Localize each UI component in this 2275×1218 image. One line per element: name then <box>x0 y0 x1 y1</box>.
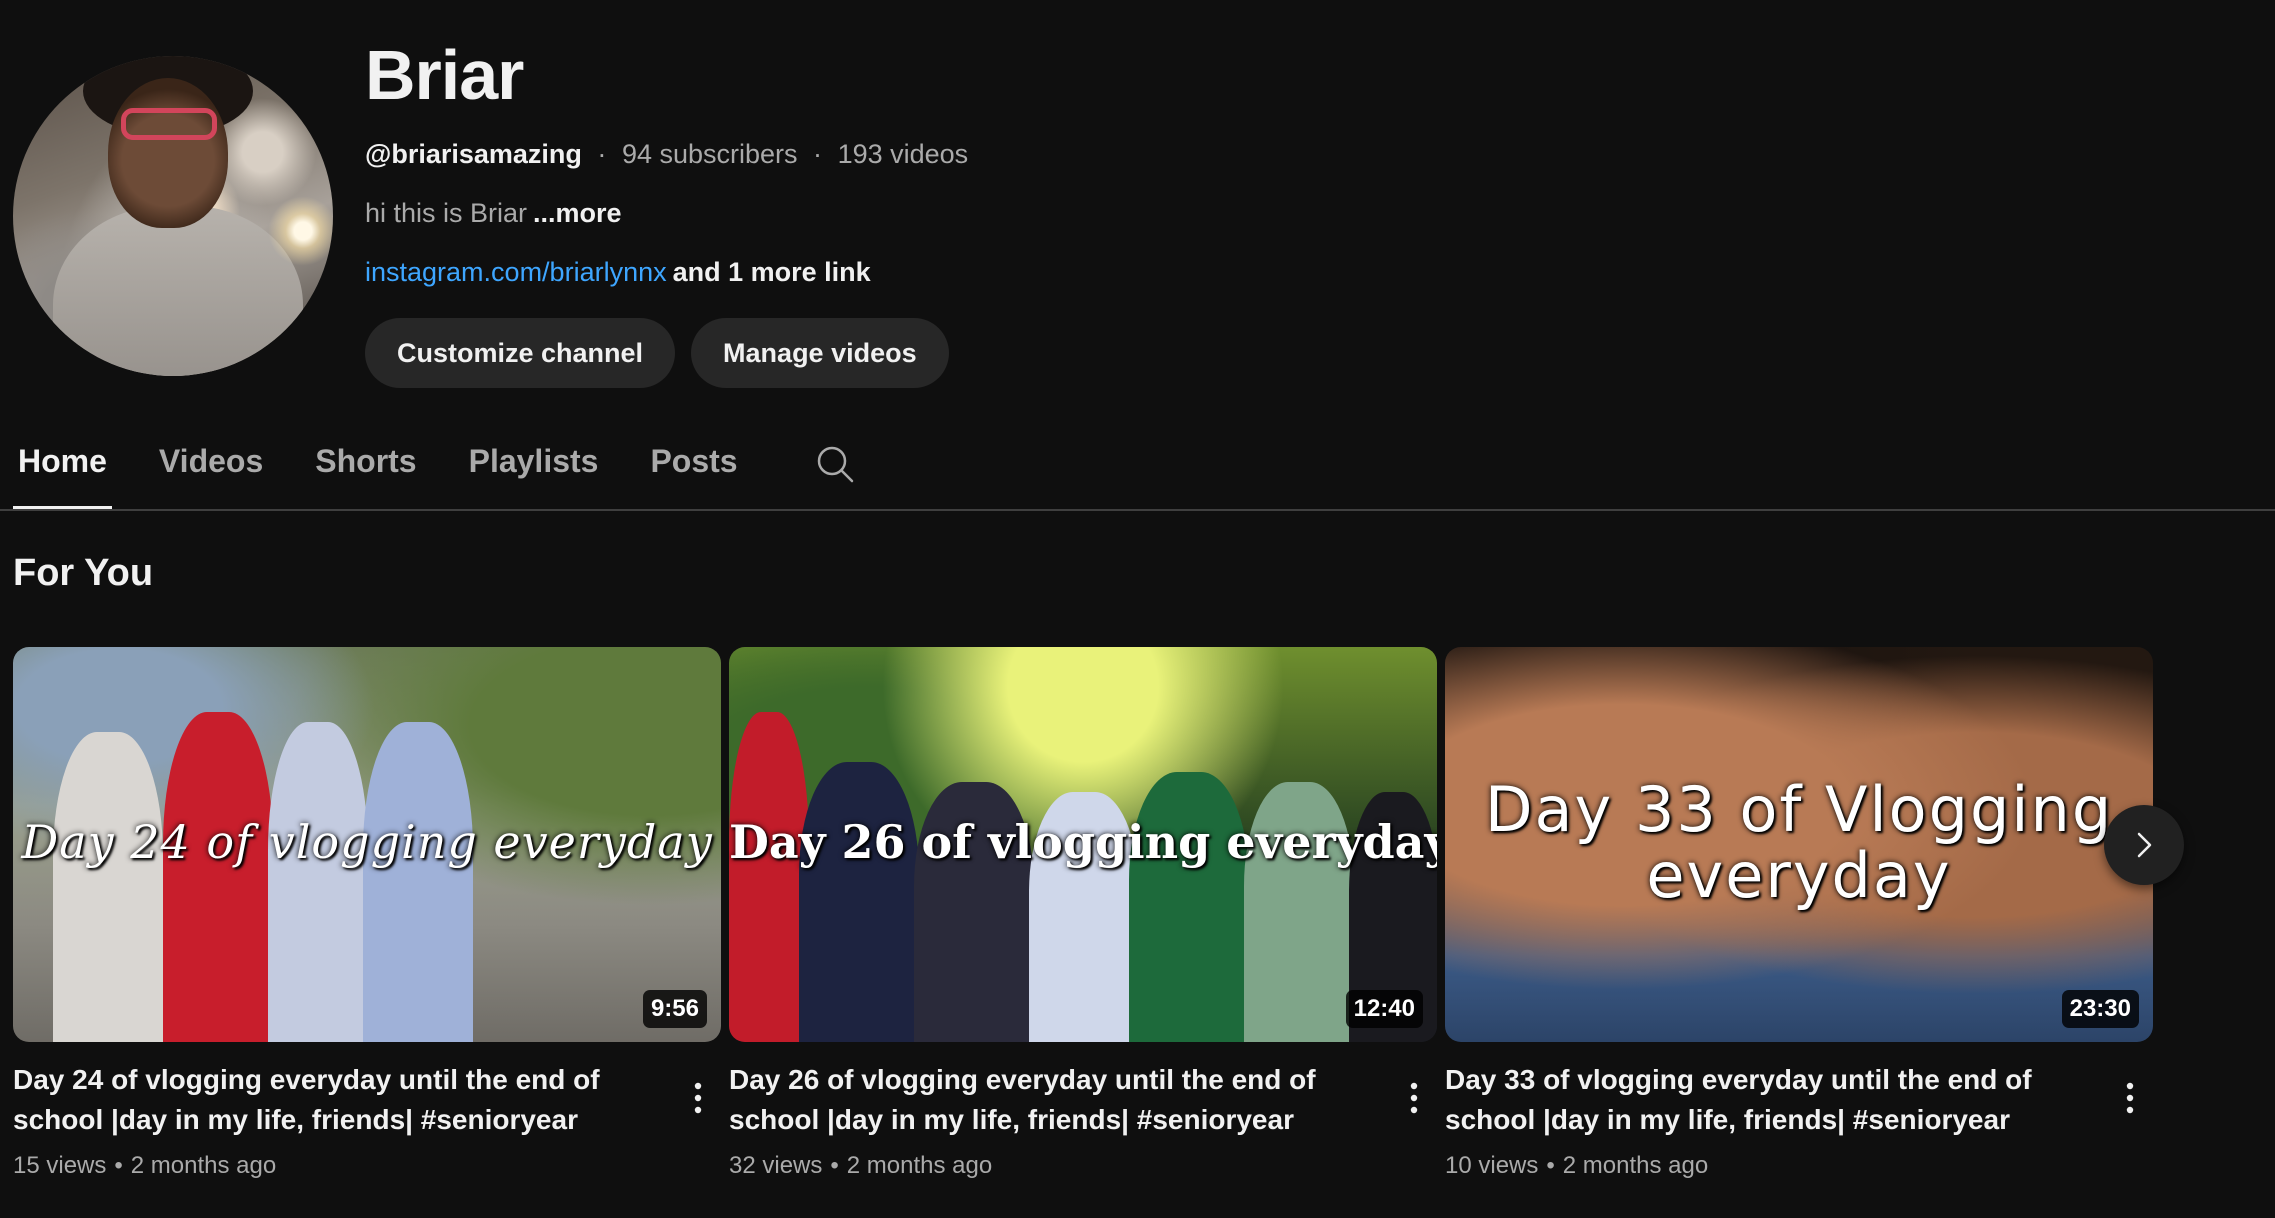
view-count: 10 views <box>1445 1152 1539 1179</box>
avatar-light-flare <box>268 196 333 266</box>
meta-separator: • <box>830 1152 839 1179</box>
meta-separator: · <box>813 139 823 169</box>
more-vert-icon[interactable] <box>1399 1078 1429 1118</box>
avatar-glasses <box>121 108 217 140</box>
more-vert-icon[interactable] <box>683 1078 713 1118</box>
shelf-next-button[interactable] <box>2104 805 2184 885</box>
search-icon[interactable] <box>815 444 855 484</box>
thumb-figure <box>799 762 919 1042</box>
instagram-link[interactable]: instagram.com/briarlynnx <box>365 257 667 287</box>
meta-separator: · <box>597 139 607 169</box>
video-meta: 15 views • 2 months ago <box>13 1152 661 1180</box>
channel-name: Briar <box>365 36 524 114</box>
chevron-right-icon <box>2137 832 2152 858</box>
upload-age: 2 months ago <box>846 1152 993 1179</box>
channel-actions: Customize channel Manage videos <box>365 318 968 388</box>
upload-age: 2 months ago <box>130 1152 277 1179</box>
thumbnail-text: Day 26 of vlogging everyday <box>729 815 1437 869</box>
video-card[interactable]: Day 24 of vlogging everyday 9:56 Day 24 … <box>13 647 721 1180</box>
video-thumbnail[interactable]: Day 24 of vlogging everyday 9:56 <box>13 647 721 1042</box>
thumb-figure <box>53 732 163 1042</box>
manage-videos-button[interactable]: Manage videos <box>691 318 949 388</box>
thumb-figure <box>729 712 809 1042</box>
video-meta: 32 views • 2 months ago <box>729 1152 1377 1180</box>
tab-shorts[interactable]: Shorts <box>310 430 421 510</box>
more-links-button[interactable]: and 1 more link <box>673 257 871 287</box>
video-title[interactable]: Day 24 of vlogging everyday until the en… <box>13 1060 661 1140</box>
channel-header: Briar @briarisamazing · 94 subscribers ·… <box>13 40 968 388</box>
subscriber-count: 94 subscribers <box>621 139 798 169</box>
video-title[interactable]: Day 33 of vlogging everyday until the en… <box>1445 1060 2093 1140</box>
duration-badge: 23:30 <box>2061 990 2139 1028</box>
video-details: Day 24 of vlogging everyday until the en… <box>13 1060 721 1180</box>
video-thumbnail[interactable]: Day 26 of vlogging everyday 12:40 <box>729 647 1437 1042</box>
description-text: hi this is Briar <box>365 198 528 228</box>
duration-badge: 12:40 <box>1345 990 1423 1028</box>
meta-separator: • <box>114 1152 123 1179</box>
tab-posts[interactable]: Posts <box>645 430 742 510</box>
avatar-face <box>108 78 228 228</box>
video-card[interactable]: Day 33 of Vlogging everyday 23:30 Day 33… <box>1445 647 2153 1180</box>
more-vert-icon[interactable] <box>2115 1078 2145 1118</box>
channel-tabs: Home Videos Shorts Playlists Posts <box>13 430 855 510</box>
tabs-divider <box>0 509 2275 511</box>
customize-channel-button[interactable]: Customize channel <box>365 318 676 388</box>
channel-links: instagram.com/briarlynnx and 1 more link <box>365 257 968 288</box>
thumb-figure <box>268 722 368 1042</box>
video-shelf: Day 24 of vlogging everyday 9:56 Day 24 … <box>13 647 2153 1180</box>
tab-home[interactable]: Home <box>13 430 112 510</box>
channel-info: Briar @briarisamazing · 94 subscribers ·… <box>365 40 968 388</box>
section-title: For You <box>13 552 154 594</box>
thumbnail-text: Day 24 of vlogging everyday <box>21 815 713 869</box>
channel-handle: @briarisamazing <box>365 139 582 169</box>
video-count: 193 videos <box>837 139 969 169</box>
tab-playlists[interactable]: Playlists <box>464 430 604 510</box>
duration-badge: 9:56 <box>642 990 707 1028</box>
channel-meta: @briarisamazing · 94 subscribers · 193 v… <box>365 139 968 170</box>
video-title[interactable]: Day 26 of vlogging everyday until the en… <box>729 1060 1377 1140</box>
description-more-link[interactable]: ...more <box>533 198 622 228</box>
video-details: Day 33 of vlogging everyday until the en… <box>1445 1060 2153 1180</box>
video-thumbnail[interactable]: Day 33 of Vlogging everyday 23:30 <box>1445 647 2153 1042</box>
thumb-figure <box>1129 772 1249 1042</box>
avatar-hoodie <box>53 206 303 376</box>
thumb-figure <box>163 712 273 1042</box>
video-meta: 10 views • 2 months ago <box>1445 1152 2093 1180</box>
upload-age: 2 months ago <box>1562 1152 1709 1179</box>
video-card[interactable]: Day 26 of vlogging everyday 12:40 Day 26… <box>729 647 1437 1180</box>
channel-avatar[interactable] <box>13 56 333 376</box>
thumbnail-text: Day 33 of Vlogging everyday <box>1484 773 2114 912</box>
view-count: 32 views <box>729 1152 823 1179</box>
thumb-figure <box>363 722 473 1042</box>
video-details: Day 26 of vlogging everyday until the en… <box>729 1060 1437 1180</box>
channel-description[interactable]: hi this is Briar ...more <box>365 198 968 229</box>
view-count: 15 views <box>13 1152 107 1179</box>
tab-videos[interactable]: Videos <box>154 430 268 510</box>
meta-separator: • <box>1546 1152 1555 1179</box>
